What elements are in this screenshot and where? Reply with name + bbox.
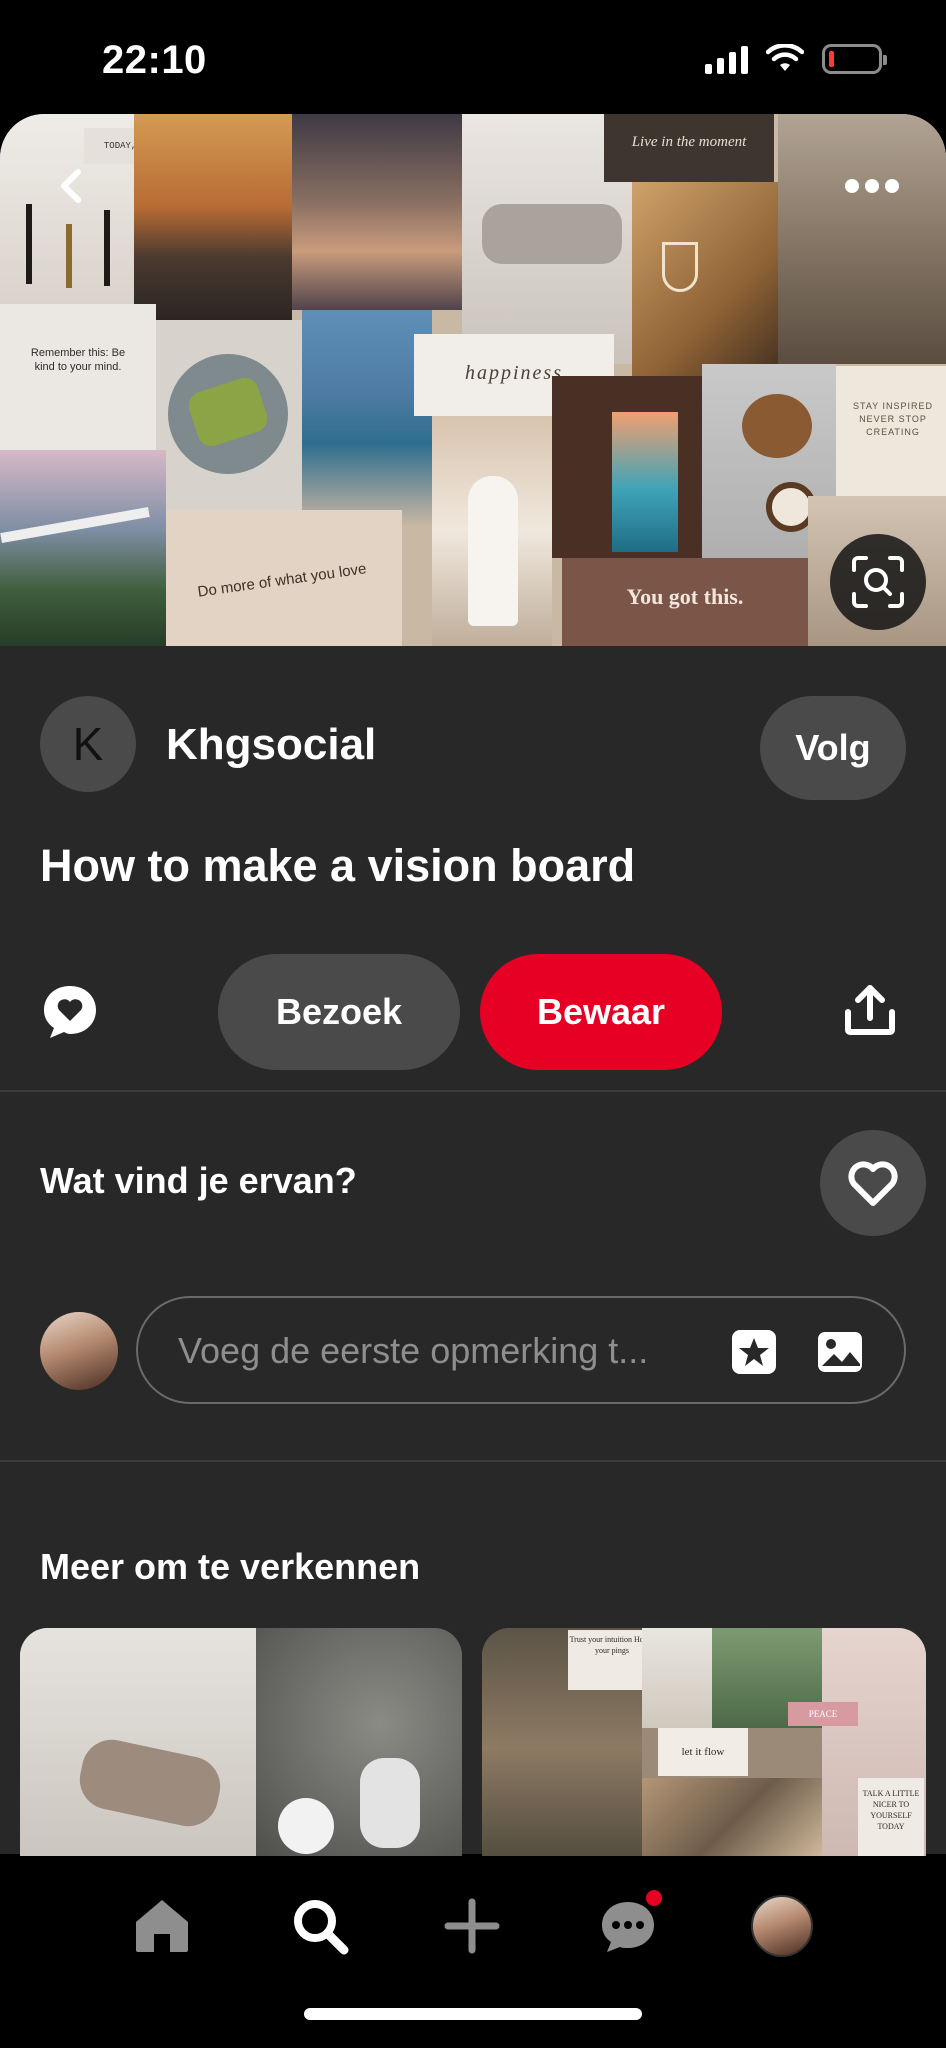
status-bar: 22:10 (0, 0, 946, 114)
home-icon (136, 1900, 188, 1952)
comment-placeholder: Voeg de eerste opmerking t... (178, 1330, 649, 1371)
collage-tile-road (134, 114, 292, 320)
author-name[interactable]: Khgsocial (166, 720, 376, 770)
visit-button[interactable]: Bezoek (218, 954, 460, 1070)
explore-pin-workout[interactable] (20, 1628, 462, 1868)
sticker-star-icon (732, 1330, 776, 1374)
collage-tile-wine (632, 182, 778, 392)
share-button[interactable] (842, 982, 906, 1046)
collage-text-stay: STAY INSPIRED NEVER STOP CREATING (852, 401, 934, 437)
current-user-avatar (40, 1312, 118, 1390)
collage-tile-stay: STAY INSPIRED NEVER STOP CREATING (836, 366, 946, 496)
author-avatar[interactable]: K (40, 696, 136, 792)
ellipsis-icon (845, 179, 899, 193)
follow-button[interactable]: Volg (760, 696, 906, 800)
save-button[interactable]: Bewaar (480, 954, 722, 1070)
heart-icon (848, 1161, 898, 1206)
collage-tile-remember: Remember this: Be kind to your mind. (0, 304, 156, 450)
collage-tile-door (552, 376, 702, 558)
author-row: K Khgsocial Volg (40, 696, 906, 800)
collage-tile-yougot: You got this. (562, 558, 808, 646)
collage-tile-sky (292, 114, 462, 310)
reaction-question: Wat vind je ervan? (40, 1160, 357, 1201)
wifi-icon (766, 44, 804, 71)
nav-home[interactable] (122, 1886, 202, 1966)
lens-search-icon (852, 556, 904, 608)
comment-input[interactable]: Voeg de eerste opmerking t... (136, 1296, 906, 1404)
explore-text-peace: PEACE (788, 1702, 858, 1726)
home-indicator (304, 2008, 642, 2020)
collage-text-remember: Remember this: Be kind to your mind. (30, 347, 126, 373)
messages-icon (602, 1902, 654, 1952)
status-time: 22:10 (102, 38, 207, 82)
explore-text-talk: TALK A LITTLE NICER TO YOURSELF TODAY (858, 1778, 924, 1868)
collage-text-live: Live in the moment (631, 134, 747, 150)
search-icon (294, 1900, 349, 1955)
action-row: Bezoek Bewaar (0, 954, 946, 1074)
nav-search[interactable] (280, 1886, 360, 1966)
nav-create[interactable] (432, 1886, 512, 1966)
collage-tile-dress (432, 416, 552, 646)
collage-tile-domore: Do more of what you love (166, 510, 402, 646)
collage-tile-avocado (156, 320, 302, 510)
sticker-button[interactable] (728, 1326, 780, 1378)
divider (0, 1460, 946, 1462)
like-button[interactable] (820, 1130, 926, 1236)
signal-icon (705, 44, 748, 74)
battery-icon (822, 44, 887, 74)
more-options-button[interactable] (840, 154, 904, 218)
status-icons (705, 44, 887, 74)
share-icon (845, 985, 895, 1035)
explore-title: Meer om te verkennen (40, 1546, 421, 1587)
notification-dot (646, 1890, 662, 1906)
visual-search-button[interactable] (830, 534, 926, 630)
collage-text-do-more: Do more of what you love (196, 560, 368, 601)
profile-avatar (751, 1895, 813, 1957)
photo-button[interactable] (814, 1326, 866, 1378)
pin-title: How to make a vision board (40, 840, 636, 891)
nav-profile[interactable] (742, 1886, 822, 1966)
divider (0, 1090, 946, 1092)
explore-pin-vision-board[interactable]: Trust your intuition Honor your pings le… (482, 1628, 926, 1868)
collage-text-you-got: You got this. (626, 584, 744, 609)
pin-image[interactable]: TODAY, I WILL Live in the moment Remembe… (0, 114, 946, 646)
comment-reaction-button[interactable] (40, 982, 104, 1046)
collage-tile-pool (302, 310, 432, 526)
collage-tile-airplane (0, 450, 166, 646)
collage-tile-street (778, 114, 946, 364)
plus-icon (444, 1898, 500, 1954)
pin-detail-card: TODAY, I WILL Live in the moment Remembe… (0, 114, 946, 1854)
explore-text-let-it-flow: let it flow (658, 1728, 748, 1776)
comment-row: Voeg de eerste opmerking t... (40, 1296, 906, 1404)
speech-bubble-heart-icon (44, 986, 96, 1038)
back-button[interactable] (40, 154, 104, 218)
nav-messages[interactable] (588, 1886, 668, 1966)
chevron-left-icon (61, 169, 81, 203)
image-icon (818, 1332, 862, 1372)
collage-tile-live: Live in the moment (604, 114, 774, 182)
